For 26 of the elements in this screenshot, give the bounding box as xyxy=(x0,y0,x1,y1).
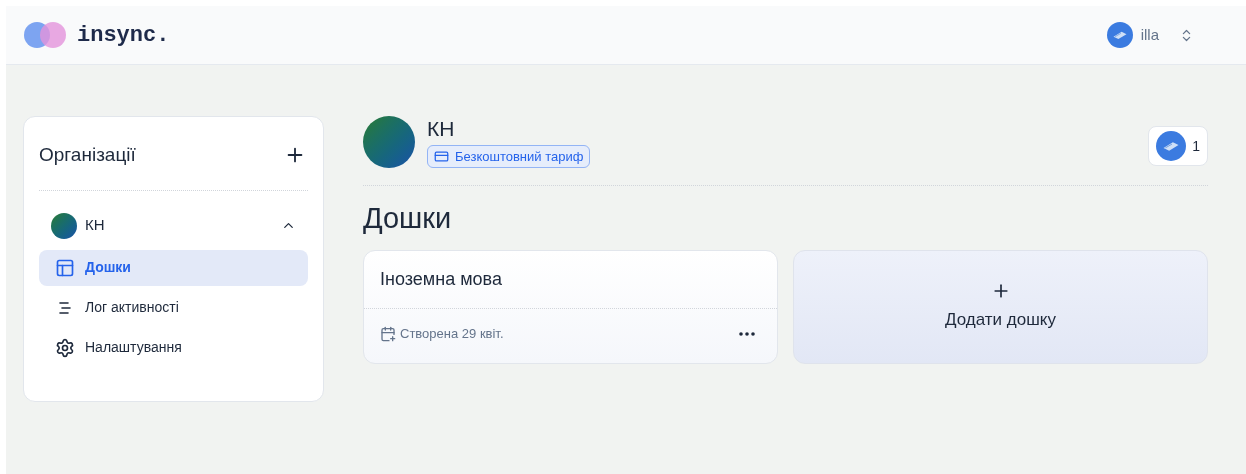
sidebar-item[interactable]: Дошки xyxy=(39,249,308,286)
avatar-icon xyxy=(1156,131,1187,161)
user-menu[interactable]: illa xyxy=(1106,22,1194,48)
sidebar-title: Організації xyxy=(39,143,136,167)
avatar-icon xyxy=(1106,22,1133,48)
plan-badge: Безкоштовний тариф xyxy=(427,145,591,168)
add-board-card[interactable]: Додати дошку xyxy=(793,250,1208,364)
organization-name: КН xyxy=(427,116,456,142)
calendar-icon xyxy=(380,326,396,342)
logo-icon xyxy=(23,21,69,49)
layout-icon xyxy=(55,257,75,278)
settings-icon xyxy=(55,337,75,358)
more-button[interactable] xyxy=(739,332,755,336)
organization-avatar xyxy=(363,116,415,168)
sidebar-item[interactable]: Лог активності xyxy=(39,289,308,326)
organization-toggle[interactable]: КН xyxy=(39,210,308,241)
members-button[interactable]: 1 xyxy=(1148,126,1208,166)
logo-text: insync. xyxy=(77,21,170,50)
sidebar-item[interactable]: Налаштування xyxy=(39,329,308,366)
board-card[interactable]: Іноземна мова Створена 29 квіт. xyxy=(363,250,778,364)
organization-avatar xyxy=(51,212,77,239)
more-icon xyxy=(739,332,755,336)
board-title: Іноземна мова xyxy=(380,268,502,291)
card-icon xyxy=(434,149,449,164)
boards-heading: Дошки xyxy=(363,201,453,236)
created-date: Створена 29 квіт. xyxy=(400,325,504,344)
